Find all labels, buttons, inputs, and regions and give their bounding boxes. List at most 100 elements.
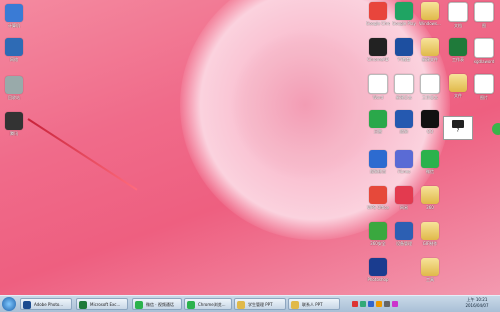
desktop-icon[interactable]: 搜狗拼音 — [366, 150, 390, 174]
taskbar-button-icon — [237, 301, 245, 309]
desktop-icon[interactable]: Google Chrome — [366, 2, 390, 26]
tray-icons[interactable] — [352, 297, 452, 311]
desktop-icon-image — [395, 150, 413, 168]
desktop-icon[interactable]: Windows... — [418, 2, 442, 26]
start-button[interactable] — [2, 297, 16, 311]
desktop-icon[interactable]: QQ — [418, 110, 442, 134]
taskbar-button[interactable]: Chrome浏览... — [184, 298, 232, 310]
desktop-icon-label: Photoshop — [367, 277, 389, 282]
tray-icon-1[interactable] — [352, 301, 358, 307]
side-green-icon[interactable] — [492, 123, 500, 135]
desktop-icon[interactable]: 新建文本 — [392, 74, 416, 100]
taskbar-button-label: Chrome浏览... — [198, 302, 226, 307]
taskbar-button[interactable]: 微信 · 视频通话 — [132, 298, 182, 310]
desktop-icon[interactable]: 工作文本 — [418, 74, 442, 100]
desktop-icon-image — [421, 110, 439, 128]
desktop-icon-image — [369, 110, 387, 128]
desktop-icon[interactable]: 工具 — [418, 258, 442, 282]
desktop-icon[interactable]: 设备管理 — [392, 222, 416, 246]
taskbar-button-label: Adobe Photo... — [34, 302, 64, 307]
taskbar-button-icon — [135, 301, 143, 309]
taskbar-button-icon — [23, 301, 31, 309]
popup-window[interactable]: ? — [443, 116, 473, 140]
desktop-icon[interactable]: Word — [366, 74, 390, 100]
desktop: 计算机网络回收站腾讯 Google ChromeGoogle PlayWindo… — [0, 0, 500, 296]
desktop-icon-image — [5, 112, 23, 130]
tray-icon-2[interactable] — [360, 301, 366, 307]
desktop-icon[interactable]: xgdlaword — [472, 38, 496, 64]
desktop-icon-image — [448, 2, 468, 22]
desktop-icon[interactable]: 图片 — [472, 74, 496, 100]
taskbar: Adobe Photo... Microsoft Exc... 微信 · 视频通话 C… — [0, 295, 500, 312]
tray-icon-3[interactable] — [368, 301, 374, 307]
desktop-icon[interactable]: YY教育 — [392, 38, 416, 62]
desktop-icon-label: 工作表 — [452, 57, 464, 62]
taskbar-button-icon — [79, 301, 87, 309]
taskbar-button[interactable]: Adobe Photo... — [20, 298, 72, 310]
taskbar-button-label: Microsoft Exc... — [90, 302, 121, 307]
desktop-icon-image — [420, 74, 440, 94]
taskbar-button-icon — [187, 301, 195, 309]
desktop-icon[interactable]: 新建文件 — [418, 38, 442, 62]
desktop-icon[interactable]: 腾讯 — [2, 112, 26, 136]
desktop-icon[interactable]: 微信 — [418, 150, 442, 174]
desktop-icon-label: 新建文本 — [396, 95, 412, 100]
desktop-icon[interactable]: 360 — [418, 186, 442, 210]
desktop-icon[interactable]: 回收站 — [2, 76, 26, 100]
desktop-icon[interactable]: Photoshop — [366, 258, 390, 282]
taskbar-button[interactable]: Microsoft Exc... — [76, 298, 128, 310]
desktop-icon-label: 工具 — [426, 277, 434, 282]
desktop-icon-image — [369, 258, 387, 276]
desktop-icon-label: Word — [372, 95, 384, 100]
red-arrow-annotation — [27, 118, 138, 191]
tray-icon-4[interactable] — [376, 301, 382, 307]
system-tray — [352, 297, 458, 311]
tray-icon-6[interactable] — [392, 301, 398, 307]
desktop-icon[interactable]: Google Play — [392, 2, 416, 26]
desktop-icon[interactable]: 网络 — [2, 38, 26, 62]
popup-label: ? — [456, 128, 460, 134]
desktop-icon[interactable]: 网易 — [392, 186, 416, 210]
desktop-icon-label: 设备管理 — [396, 241, 412, 246]
desktop-icon-image — [395, 110, 413, 128]
desktop-icon[interactable]: 文档 — [446, 2, 470, 28]
desktop-icon[interactable]: GIF制作 — [418, 222, 442, 246]
clock[interactable]: 上午 10:21 2016/04/07 — [458, 297, 496, 309]
desktop-icon-label: 文件 — [454, 93, 462, 98]
lace-heart — [230, 30, 380, 180]
desktop-icon-image — [449, 38, 467, 56]
taskbar-button[interactable]: 学生管理 PPT — [234, 298, 286, 310]
desktop-icon[interactable]: 图 — [472, 2, 496, 28]
desktop-icon[interactable]: 工作表 — [446, 38, 470, 62]
desktop-icon-label: 图片 — [480, 95, 488, 100]
desktop-icon-label: 360 — [426, 205, 434, 210]
desktop-icon[interactable]: iTunes — [392, 150, 416, 174]
desktop-icon[interactable]: 文件 — [446, 74, 470, 98]
taskbar-button[interactable]: 联系人 PPT — [288, 298, 340, 310]
desktop-icon-image — [421, 150, 439, 168]
tray-icon-5[interactable] — [384, 301, 390, 307]
desktop-icon[interactable]: ChromeAD — [366, 38, 390, 62]
desktop-icon[interactable]: 计算机 — [2, 4, 26, 28]
taskbar-button-label: 学生管理 PPT — [248, 302, 273, 307]
desktop-icon-image — [474, 74, 494, 94]
desktop-icon-image — [5, 76, 23, 94]
desktop-icon[interactable]: 迅雷 — [366, 110, 390, 134]
desktop-icon-image — [369, 186, 387, 204]
desktop-icon-image — [395, 2, 413, 20]
desktop-icon-label: 酷狗 — [400, 129, 408, 134]
desktop-icon-image — [5, 38, 23, 56]
desktop-icon-image — [369, 2, 387, 20]
desktop-icon-label: Google Play — [392, 21, 416, 26]
desktop-icon-image — [394, 74, 414, 94]
desktop-icon[interactable]: WPS Office — [366, 186, 390, 210]
desktop-icon-image — [395, 38, 413, 56]
desktop-icon-label: ChromeAD — [367, 57, 389, 62]
desktop-icon[interactable]: 360安全 — [366, 222, 390, 246]
desktop-icon-image — [369, 222, 387, 240]
desktop-icon-label: 微信 — [426, 169, 434, 174]
desktop-icon-label: 网络 — [10, 57, 18, 62]
desktop-icon-image — [421, 186, 439, 204]
desktop-icon[interactable]: 酷狗 — [392, 110, 416, 134]
desktop-icon-label: Google Chrome — [366, 21, 390, 26]
